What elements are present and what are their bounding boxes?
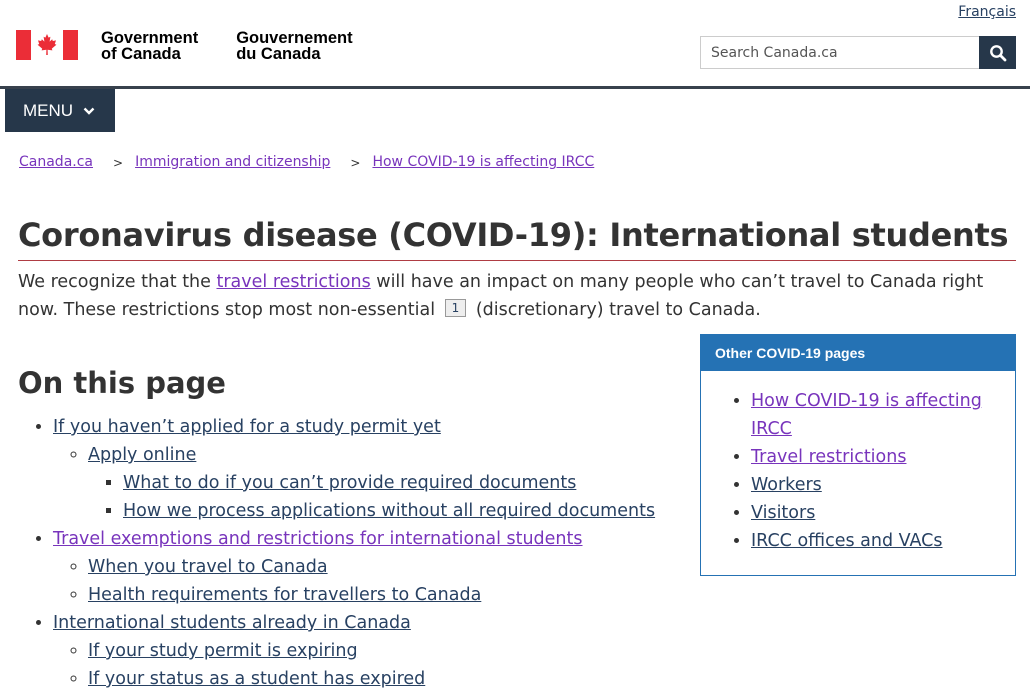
other-covid-pages-panel: Other COVID-19 pages How COVID-19 is aff… xyxy=(700,334,1016,576)
toc-link-travel-exemptions[interactable]: Travel exemptions and restrictions for i… xyxy=(53,529,583,549)
panel-link-ircc-offices[interactable]: IRCC offices and VACs xyxy=(751,531,942,551)
menu-button[interactable]: MENU xyxy=(5,89,115,132)
signature-french: Gouvernement du Canada xyxy=(236,29,353,63)
intro-paragraph: We recognize that the travel restriction… xyxy=(18,272,984,320)
toc-link-apply-online[interactable]: Apply online xyxy=(88,445,196,465)
breadcrumb-separator: > xyxy=(350,156,361,170)
menu-label: MENU xyxy=(23,100,74,120)
chevron-down-icon xyxy=(83,107,95,115)
page-title: Coronavirus disease (COVID-19): Internat… xyxy=(18,216,1016,261)
government-of-canada-signature[interactable]: Government of Canada Gouvernement du Can… xyxy=(16,30,353,62)
toc-link-students-in-canada[interactable]: International students already in Canada xyxy=(53,613,411,633)
breadcrumb-separator: > xyxy=(113,156,124,170)
signature-english: Government of Canada xyxy=(101,29,199,63)
search-input[interactable] xyxy=(700,36,979,69)
magnifier-icon xyxy=(989,44,1006,61)
breadcrumb-immigration[interactable]: Immigration and citizenship xyxy=(135,154,330,172)
panel-link-travel-restrictions[interactable]: Travel restrictions xyxy=(751,447,906,467)
toc-link-process-without-documents[interactable]: How we process applications without all … xyxy=(123,501,655,521)
travel-restrictions-link[interactable]: travel restrictions xyxy=(216,272,370,292)
breadcrumb: Canada.ca > Immigration and citizenship … xyxy=(19,154,594,172)
panel-link-covid-ircc[interactable]: How COVID-19 is affecting IRCC xyxy=(751,391,982,439)
footnote-link[interactable]: 1 xyxy=(444,299,467,317)
toc-link-permit-expiring[interactable]: If your study permit is expiring xyxy=(88,641,358,661)
search-button[interactable] xyxy=(979,36,1016,69)
header-divider xyxy=(0,86,1030,89)
canada-flag-icon xyxy=(16,30,78,60)
toc-link-not-applied[interactable]: If you haven’t applied for a study permi… xyxy=(53,417,441,437)
panel-link-workers[interactable]: Workers xyxy=(751,475,822,495)
toc-link-status-expired[interactable]: If your status as a student has expired xyxy=(88,669,425,689)
table-of-contents: If you haven’t applied for a study permi… xyxy=(18,413,678,693)
breadcrumb-canada[interactable]: Canada.ca xyxy=(19,154,93,172)
toc-link-when-you-travel[interactable]: When you travel to Canada xyxy=(88,557,328,577)
on-this-page-heading: On this page xyxy=(18,366,226,400)
panel-heading: Other COVID-19 pages xyxy=(701,335,1015,371)
toc-link-health-requirements[interactable]: Health requirements for travellers to Ca… xyxy=(88,585,481,605)
breadcrumb-covid-ircc[interactable]: How COVID-19 is affecting IRCC xyxy=(372,154,594,172)
toc-link-missing-documents[interactable]: What to do if you can’t provide required… xyxy=(123,473,576,493)
panel-link-visitors[interactable]: Visitors xyxy=(751,503,815,523)
language-toggle-link[interactable]: Français xyxy=(958,4,1016,20)
search-form xyxy=(700,36,1016,69)
